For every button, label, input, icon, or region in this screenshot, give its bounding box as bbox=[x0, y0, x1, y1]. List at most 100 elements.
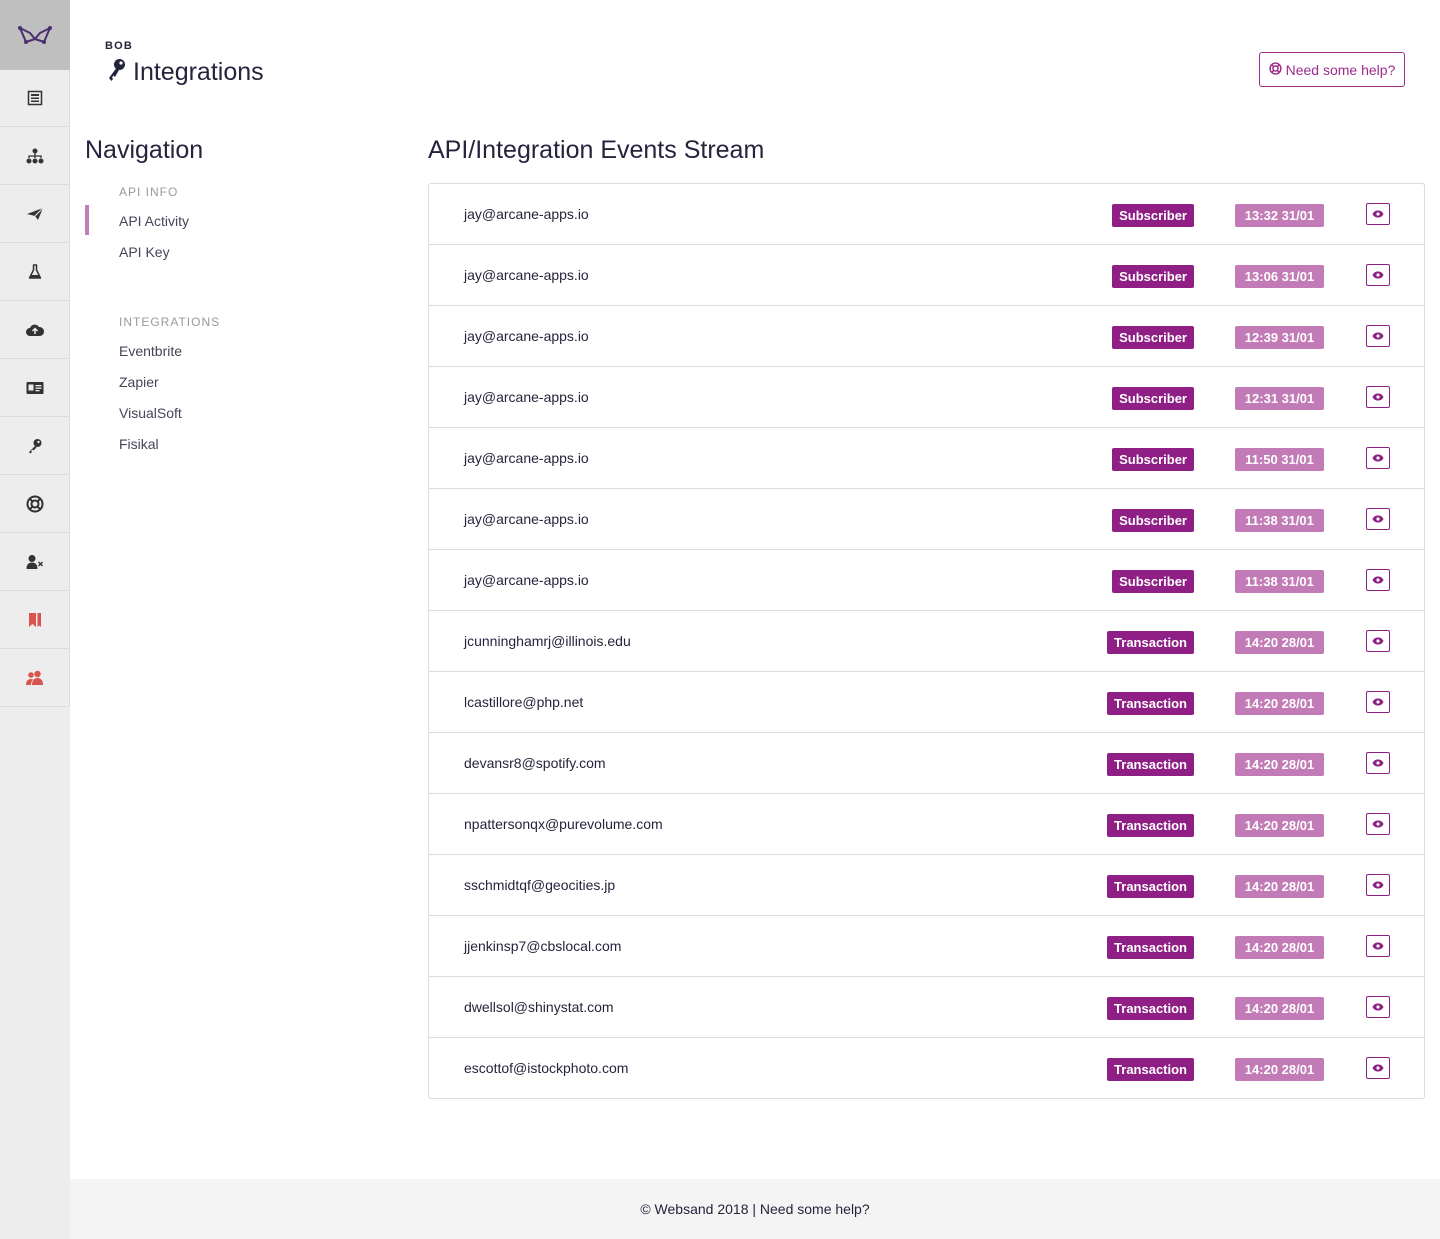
event-email: escottof@istockphoto.com bbox=[464, 1060, 629, 1076]
integrations-section-label: INTEGRATIONS bbox=[119, 315, 221, 329]
eye-icon bbox=[1372, 449, 1384, 467]
api-info-section-label: API INFO bbox=[119, 185, 179, 199]
event-type-badge: Subscriber bbox=[1112, 570, 1194, 593]
event-type-badge: Subscriber bbox=[1112, 326, 1194, 349]
id-card-icon[interactable] bbox=[0, 359, 70, 417]
bookmark-icon[interactable] bbox=[0, 591, 70, 649]
nav-item-zapier[interactable]: Zapier bbox=[119, 374, 159, 390]
lifebuoy-icon[interactable] bbox=[0, 475, 70, 533]
nav-item-api-key[interactable]: API Key bbox=[119, 244, 170, 260]
events-stream-list: jay@arcane-apps.io Subscriber 13:32 31/01 j… bbox=[428, 183, 1425, 1099]
view-event-button[interactable] bbox=[1366, 447, 1390, 469]
key-icon[interactable] bbox=[0, 417, 70, 475]
view-event-button[interactable] bbox=[1366, 264, 1390, 286]
sitemap-icon[interactable] bbox=[0, 127, 70, 185]
event-type-badge: Transaction bbox=[1107, 814, 1194, 837]
view-event-button[interactable] bbox=[1366, 203, 1390, 225]
event-type-badge: Subscriber bbox=[1112, 204, 1194, 227]
cloud-upload-icon[interactable] bbox=[0, 301, 70, 359]
eye-icon bbox=[1372, 693, 1384, 711]
event-email: jay@arcane-apps.io bbox=[464, 267, 589, 283]
event-time-badge: 12:31 31/01 bbox=[1235, 387, 1324, 410]
view-event-button[interactable] bbox=[1366, 508, 1390, 530]
table-row: jjenkinsp7@cbslocal.com Transaction 14:20 … bbox=[429, 916, 1424, 977]
event-email: dwellsol@shinystat.com bbox=[464, 999, 614, 1015]
event-email: jay@arcane-apps.io bbox=[464, 450, 589, 466]
nav-item-eventbrite[interactable]: Eventbrite bbox=[119, 343, 182, 359]
sidebar-nav bbox=[0, 70, 70, 707]
view-event-button[interactable] bbox=[1366, 325, 1390, 347]
lifebuoy-icon bbox=[1268, 61, 1286, 78]
users-icon[interactable] bbox=[0, 649, 70, 707]
eye-icon bbox=[1372, 937, 1384, 955]
view-event-button[interactable] bbox=[1366, 813, 1390, 835]
table-row: jay@arcane-apps.io Subscriber 13:06 31/01 bbox=[429, 245, 1424, 306]
event-email: devansr8@spotify.com bbox=[464, 755, 606, 771]
need-help-button[interactable]: Need some help? bbox=[1259, 52, 1405, 87]
page-title-text: Integrations bbox=[133, 58, 264, 86]
footer: © Websand 2018 | Need some help? bbox=[70, 1179, 1440, 1239]
eye-icon bbox=[1372, 1059, 1384, 1077]
event-type-badge: Transaction bbox=[1107, 631, 1194, 654]
event-email: lcastillore@php.net bbox=[464, 694, 584, 710]
view-event-button[interactable] bbox=[1366, 630, 1390, 652]
sidebar-rail bbox=[0, 0, 70, 1239]
eye-icon bbox=[1372, 876, 1384, 894]
events-stream-heading: API/Integration Events Stream bbox=[428, 136, 765, 164]
event-type-badge: Subscriber bbox=[1112, 265, 1194, 288]
view-event-button[interactable] bbox=[1366, 569, 1390, 591]
nav-item-api-activity[interactable]: API Activity bbox=[119, 213, 189, 229]
event-time-badge: 14:20 28/01 bbox=[1235, 692, 1324, 715]
table-row: jay@arcane-apps.io Subscriber 11:50 31/01 bbox=[429, 428, 1424, 489]
event-email: sschmidtqf@geocities.jp bbox=[464, 877, 616, 893]
view-event-button[interactable] bbox=[1366, 1057, 1390, 1079]
table-row: escottof@istockphoto.com Transaction 14:20… bbox=[429, 1038, 1424, 1099]
organization-label: BOB bbox=[105, 40, 134, 52]
table-row: jay@arcane-apps.io Subscriber 13:32 31/01 bbox=[429, 184, 1424, 245]
websand-logo-icon[interactable] bbox=[0, 0, 70, 70]
event-time-badge: 13:06 31/01 bbox=[1235, 265, 1324, 288]
view-event-button[interactable] bbox=[1366, 386, 1390, 408]
paper-plane-icon[interactable] bbox=[0, 185, 70, 243]
event-email: jcunninghamrj@illinois.edu bbox=[464, 633, 631, 649]
event-time-badge: 14:20 28/01 bbox=[1235, 753, 1324, 776]
dashboard-icon[interactable] bbox=[0, 70, 70, 127]
event-time-badge: 11:38 31/01 bbox=[1235, 509, 1324, 532]
active-indicator bbox=[85, 205, 89, 235]
view-event-button[interactable] bbox=[1366, 996, 1390, 1018]
event-type-badge: Transaction bbox=[1107, 692, 1194, 715]
flask-icon[interactable] bbox=[0, 243, 70, 301]
event-type-badge: Subscriber bbox=[1112, 509, 1194, 532]
event-type-badge: Transaction bbox=[1107, 875, 1194, 898]
event-email: jay@arcane-apps.io bbox=[464, 572, 589, 588]
eye-icon bbox=[1372, 388, 1384, 406]
footer-text: © Websand 2018 | Need some help? bbox=[640, 1201, 870, 1217]
event-email: npattersonqx@purevolume.com bbox=[464, 816, 663, 832]
user-remove-icon[interactable] bbox=[0, 533, 70, 591]
key-icon bbox=[107, 58, 127, 87]
table-row: jay@arcane-apps.io Subscriber 11:38 31/01 bbox=[429, 550, 1424, 611]
view-event-button[interactable] bbox=[1366, 874, 1390, 896]
event-type-badge: Transaction bbox=[1107, 936, 1194, 959]
table-row: jay@arcane-apps.io Subscriber 12:39 31/01 bbox=[429, 306, 1424, 367]
nav-item-fisikal[interactable]: Fisikal bbox=[119, 436, 159, 452]
view-event-button[interactable] bbox=[1366, 691, 1390, 713]
nav-item-visualsoft[interactable]: VisualSoft bbox=[119, 405, 182, 421]
event-email: jay@arcane-apps.io bbox=[464, 389, 589, 405]
need-help-label: Need some help? bbox=[1285, 61, 1396, 78]
event-time-badge: 14:20 28/01 bbox=[1235, 631, 1324, 654]
event-email: jay@arcane-apps.io bbox=[464, 511, 589, 527]
view-event-button[interactable] bbox=[1366, 752, 1390, 774]
eye-icon bbox=[1372, 266, 1384, 284]
event-time-badge: 14:20 28/01 bbox=[1235, 1058, 1324, 1081]
event-email: jay@arcane-apps.io bbox=[464, 328, 589, 344]
table-row: npattersonqx@purevolume.com Transaction 14… bbox=[429, 794, 1424, 855]
event-type-badge: Subscriber bbox=[1112, 448, 1194, 471]
event-email: jay@arcane-apps.io bbox=[464, 206, 589, 222]
event-time-badge: 14:20 28/01 bbox=[1235, 936, 1324, 959]
eye-icon bbox=[1372, 632, 1384, 650]
table-row: dwellsol@shinystat.com Transaction 14:20 2… bbox=[429, 977, 1424, 1038]
eye-icon bbox=[1372, 327, 1384, 345]
view-event-button[interactable] bbox=[1366, 935, 1390, 957]
event-time-badge: 14:20 28/01 bbox=[1235, 997, 1324, 1020]
